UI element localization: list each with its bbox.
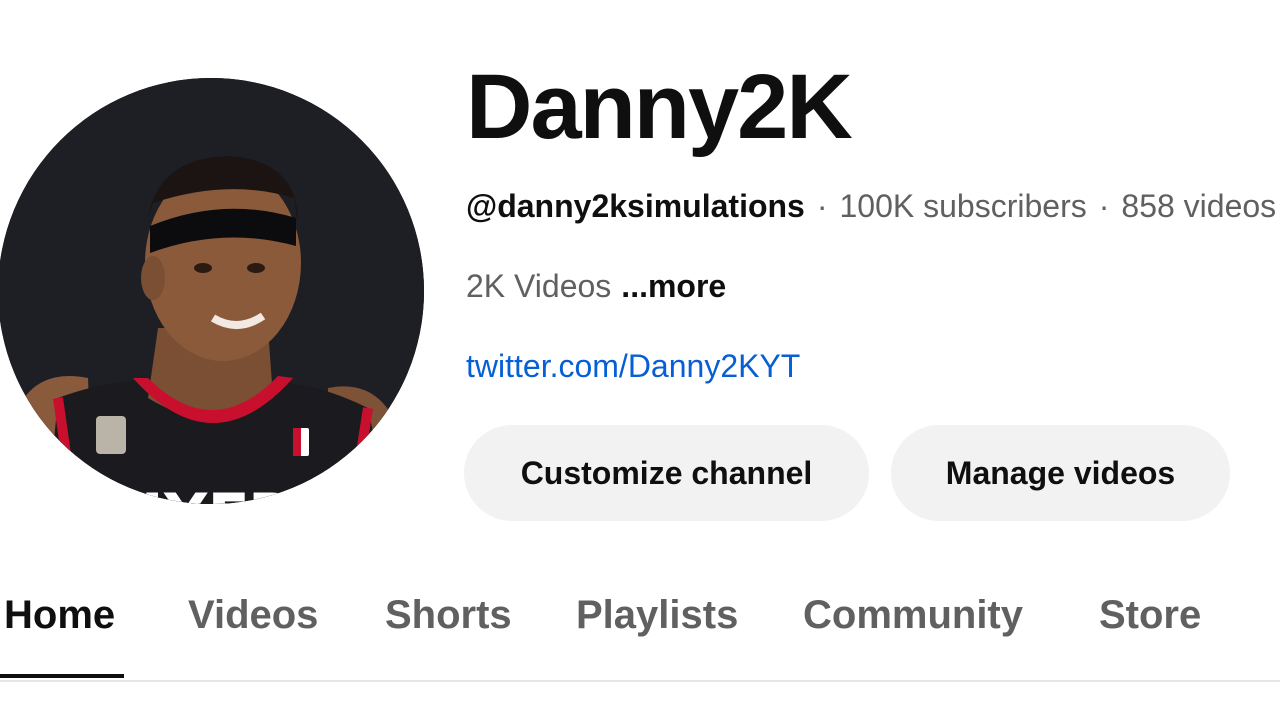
active-tab-indicator bbox=[0, 674, 124, 678]
separator-dot: · bbox=[1098, 188, 1110, 224]
channel-name: Danny2K bbox=[466, 56, 853, 158]
tabs-divider bbox=[0, 680, 1280, 682]
tab-community[interactable]: Community bbox=[803, 590, 1023, 640]
channel-tabs: Home Videos Shorts Playlists Community S… bbox=[0, 570, 1280, 682]
tab-playlists[interactable]: Playlists bbox=[576, 590, 738, 640]
customize-channel-button[interactable]: Customize channel bbox=[464, 425, 869, 521]
more-link[interactable]: ...more bbox=[621, 268, 726, 304]
separator-dot: · bbox=[816, 188, 828, 224]
channel-page: SIXERS Danny2K @danny2ksimulations · 100K … bbox=[0, 0, 1280, 720]
avatar-image: SIXERS bbox=[0, 78, 424, 504]
svg-text:SIXERS: SIXERS bbox=[98, 480, 336, 504]
video-count: 858 videos bbox=[1121, 188, 1277, 224]
tab-shorts[interactable]: Shorts bbox=[385, 590, 512, 640]
subscriber-count: 100K subscribers bbox=[839, 188, 1087, 224]
tab-videos[interactable]: Videos bbox=[188, 590, 318, 640]
tab-home[interactable]: Home bbox=[4, 590, 115, 640]
channel-handle: @danny2ksimulations bbox=[466, 188, 805, 224]
tab-store[interactable]: Store bbox=[1099, 590, 1201, 640]
channel-external-link[interactable]: twitter.com/Danny2KYT bbox=[466, 346, 800, 386]
channel-avatar[interactable]: SIXERS bbox=[0, 78, 424, 504]
channel-description[interactable]: 2K Videos ...more bbox=[466, 266, 726, 306]
description-text: 2K Videos bbox=[466, 268, 612, 304]
manage-videos-button[interactable]: Manage videos bbox=[891, 425, 1230, 521]
channel-meta: @danny2ksimulations · 100K subscribers · 858… bbox=[466, 186, 1276, 226]
